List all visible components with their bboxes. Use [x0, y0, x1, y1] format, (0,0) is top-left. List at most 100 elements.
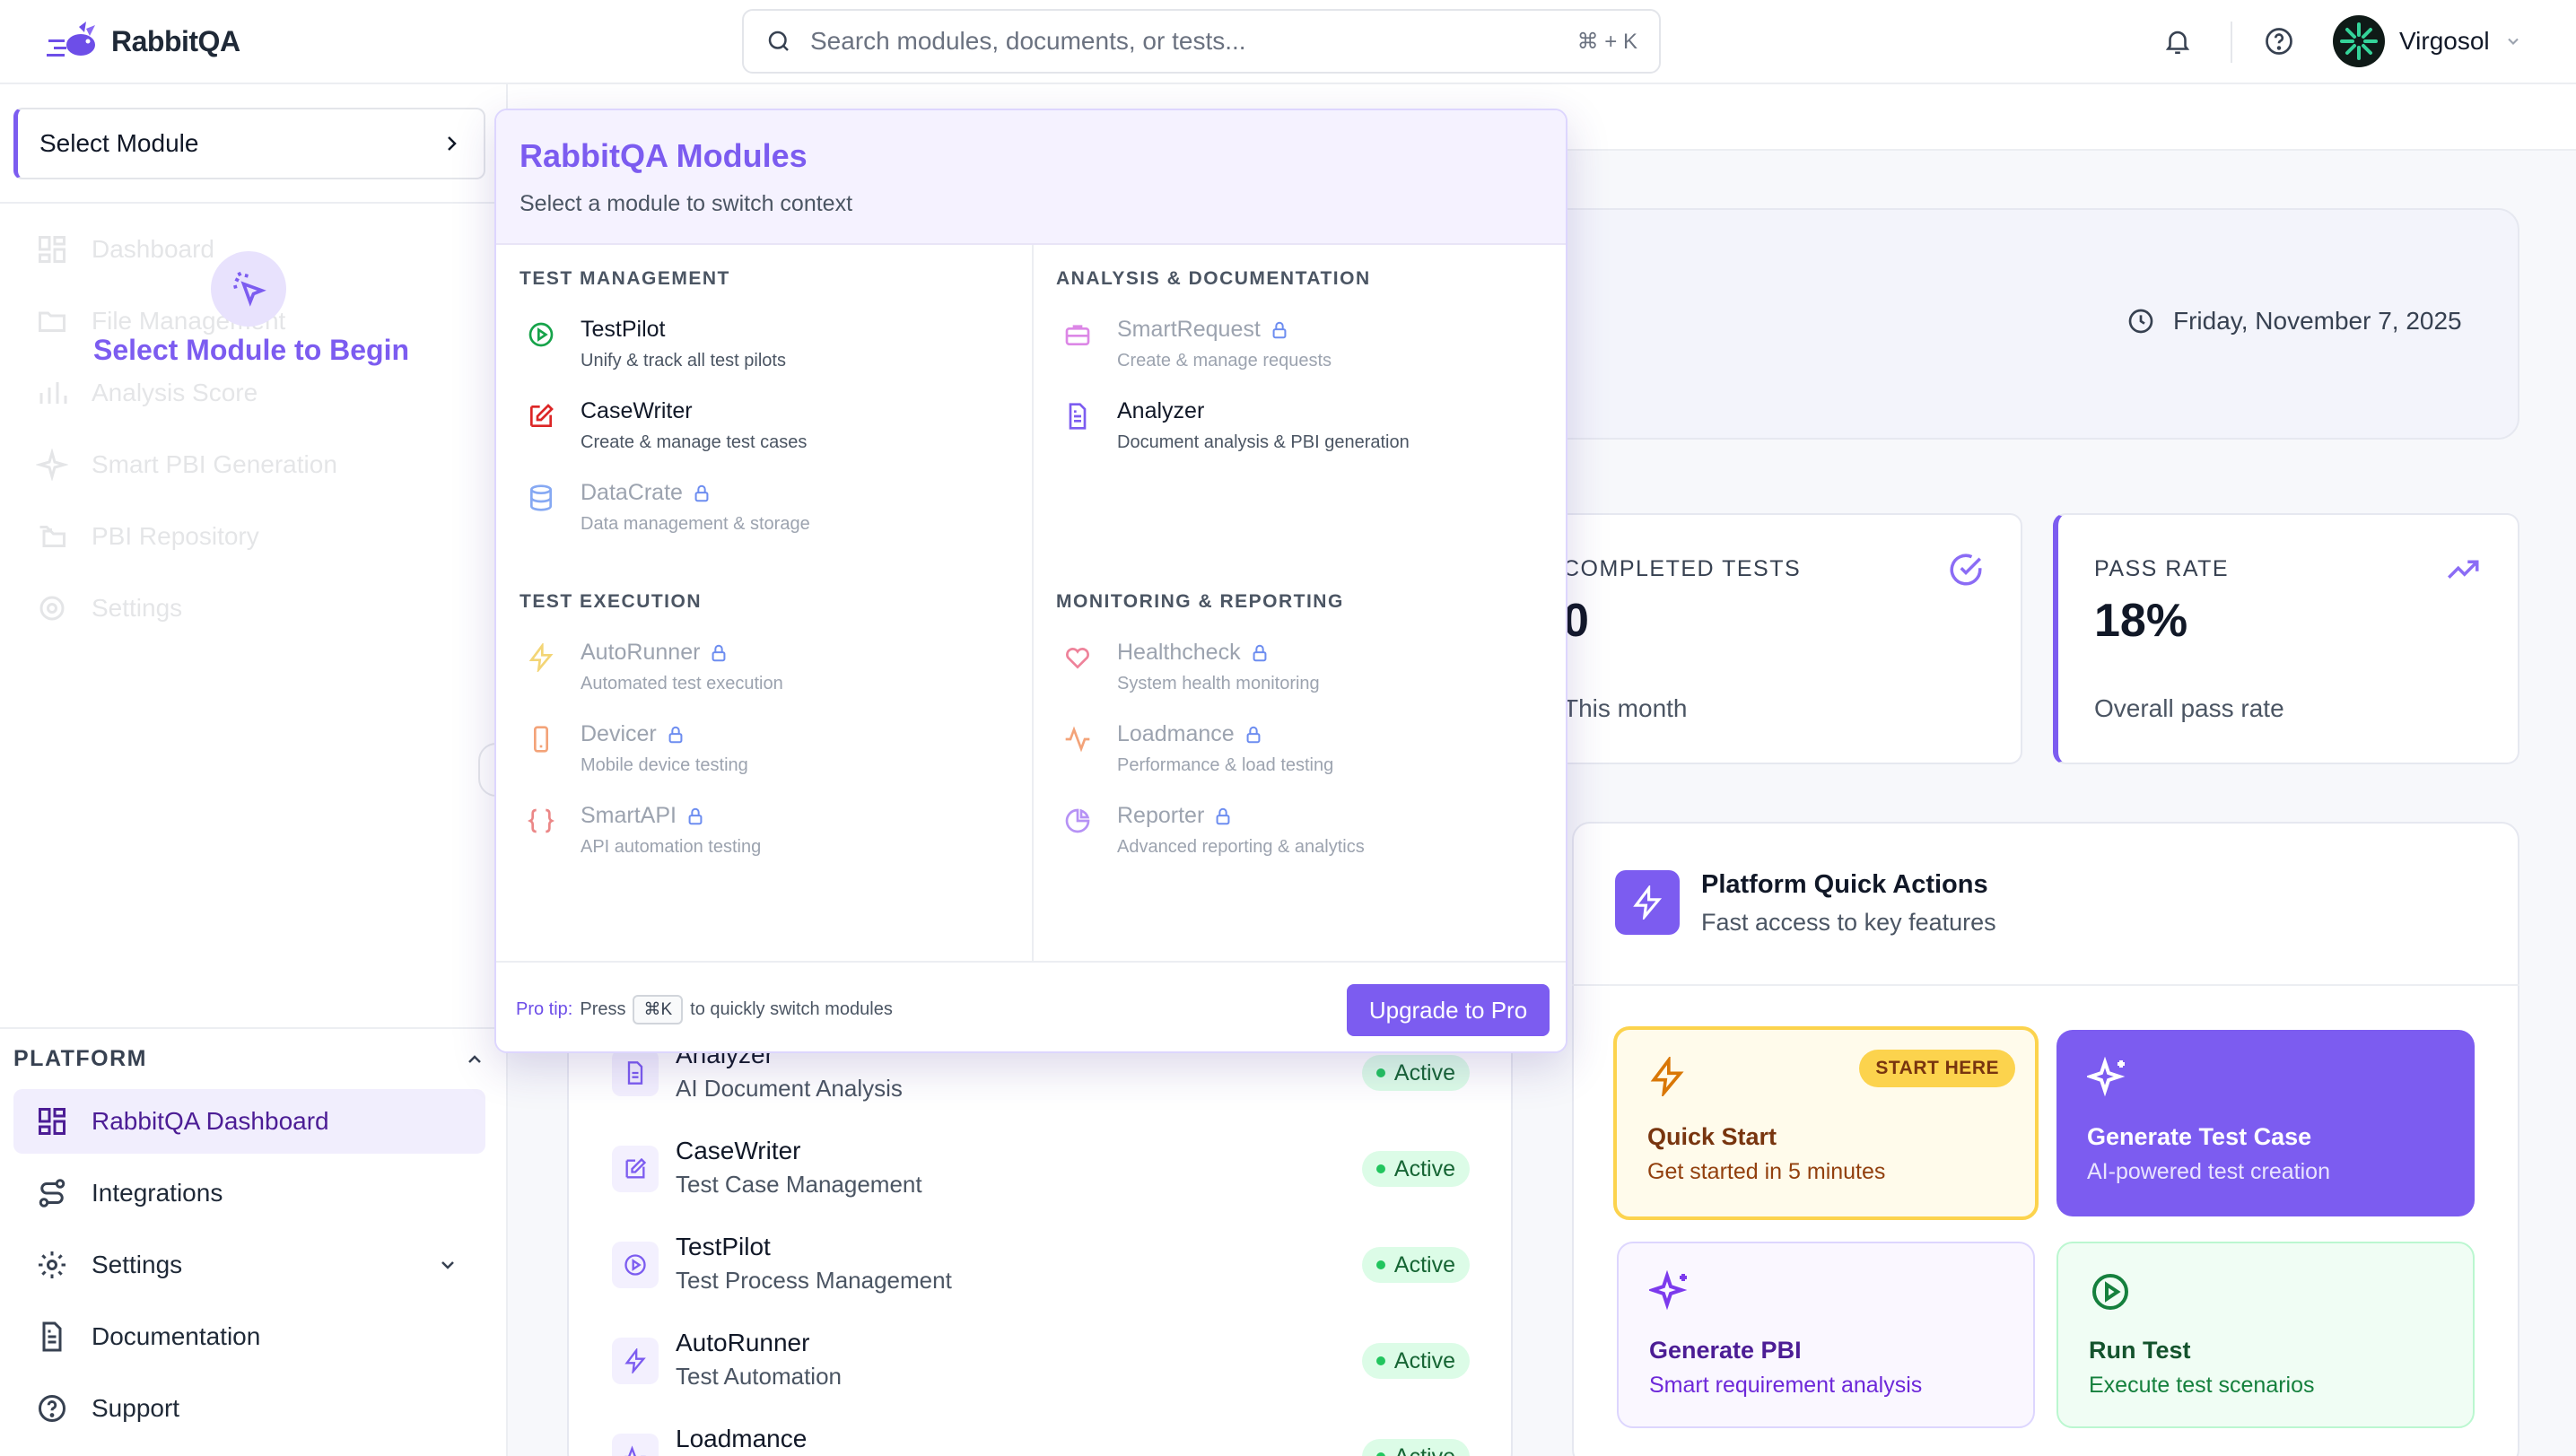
tile-sub: Get started in 5 minutes [1647, 1159, 1886, 1184]
document-icon [42, 1321, 62, 1352]
module-testpilot[interactable]: TestPilot Unify & track all test pilots [527, 317, 993, 381]
heart-icon [1066, 648, 1089, 669]
dashboard-grid-icon [39, 1108, 65, 1135]
status-badge: Active [1361, 1151, 1470, 1187]
date-text: Friday, November 7, 2025 [2173, 307, 2462, 335]
folder-icon [39, 311, 65, 332]
start-here-badge: START HERE [1859, 1050, 2015, 1087]
select-module-button[interactable]: Select Module [13, 108, 485, 179]
module-icon [612, 1338, 659, 1384]
pie-chart-icon [1065, 808, 1090, 833]
stat-sub: Overall pass rate [2094, 694, 2284, 722]
sparkles-icon [1649, 1270, 1688, 1311]
tile-generate-pbi[interactable]: Generate PBI Smart requirement analysis [1617, 1242, 2035, 1428]
bell-icon [2165, 31, 2190, 55]
brand-logo[interactable]: RabbitQA [45, 16, 240, 66]
module-reporter[interactable]: Reporter Advanced reporting & analytics [1063, 803, 1530, 867]
module-name: CaseWriter [676, 1137, 801, 1164]
module-desc: Advanced reporting & analytics [1117, 837, 1365, 857]
faded-item-smart-pbi: Smart PBI Generation [36, 449, 337, 481]
help-button[interactable] [2263, 23, 2295, 59]
dropdown-subtitle: Select a module to switch context [520, 191, 853, 216]
module-autorunner[interactable]: AutoRunner Automated test execution [527, 640, 993, 704]
module-datacrate[interactable]: DataCrate Data management & storage [527, 480, 993, 545]
module-desc: Automated test execution [581, 674, 783, 693]
sidebar: Select Module Dashboard File Management … [0, 84, 508, 1456]
module-analyzer[interactable]: Analyzer Document analysis & PBI generat… [1063, 398, 1530, 463]
lightning-icon [1633, 885, 1663, 920]
braces-icon [528, 808, 554, 833]
notifications-button[interactable] [2162, 23, 2193, 59]
module-name: SmartAPI [581, 803, 677, 828]
module-name: Devicer [581, 721, 657, 746]
play-circle-icon [624, 1254, 646, 1276]
edit-icon [625, 1157, 647, 1179]
module-name: Reporter [1117, 803, 1205, 828]
tile-run-test[interactable]: Run Test Execute test scenarios [2056, 1242, 2475, 1428]
user-name: Virgosol [2399, 27, 2490, 55]
document-icon [627, 1061, 643, 1085]
briefcase-icon [1065, 325, 1090, 345]
tip-rest: to quickly switch modules [690, 999, 893, 1019]
upgrade-button[interactable]: Upgrade to Pro [1347, 984, 1550, 1036]
module-desc: Document analysis & PBI generation [1117, 432, 1410, 452]
module-name: Loadmance [676, 1425, 808, 1452]
lock-icon [668, 726, 683, 743]
module-row-casewriter[interactable]: CaseWriter Test Case Management Active [612, 1137, 1470, 1208]
stat-pass-rate: PASS RATE 18% Overall pass rate [2053, 513, 2519, 764]
module-row-autorunner[interactable]: AutoRunner Test Automation Active [612, 1329, 1470, 1400]
help-circle-icon [2266, 28, 2292, 55]
tile-sub: Execute test scenarios [2089, 1373, 2315, 1398]
module-desc: Create & manage requests [1117, 351, 1332, 371]
nav-settings[interactable]: Settings [13, 1233, 485, 1297]
tile-generate-test-case[interactable]: Generate Test Case AI-powered test creat… [2056, 1030, 2475, 1216]
date-display: Friday, November 7, 2025 [2126, 307, 2462, 336]
module-name: Analyzer [1117, 398, 1205, 423]
module-name: Loadmance [1117, 721, 1235, 746]
module-smartrequest[interactable]: SmartRequest Create & manage requests [1063, 317, 1530, 381]
tip-lead: Pro tip: [516, 999, 573, 1019]
faded-item-settings: Settings [36, 592, 182, 624]
module-casewriter[interactable]: CaseWriter Create & manage test cases [527, 398, 993, 463]
document-icon [1069, 403, 1087, 430]
module-row-testpilot[interactable]: TestPilot Test Process Management Active [612, 1233, 1470, 1304]
check-circle-icon [1950, 554, 1982, 586]
search-icon [768, 31, 789, 51]
stat-sub: This month [1563, 694, 1688, 722]
lightning-icon [1650, 1057, 1684, 1096]
smartphone-icon [534, 726, 548, 753]
faded-item-analysis-score: Analysis Score [36, 377, 258, 409]
nav-rabbitqa-dashboard[interactable]: RabbitQA Dashboard [13, 1089, 485, 1154]
status-badge: Active [1361, 1247, 1470, 1283]
nav-documentation[interactable]: Documentation [13, 1304, 485, 1369]
module-devicer[interactable]: Devicer Mobile device testing [527, 721, 993, 786]
module-name: DataCrate [581, 480, 683, 505]
sparkles-icon [2087, 1057, 2126, 1097]
avatar [2333, 15, 2385, 67]
chevron-down-icon [2507, 38, 2519, 45]
stat-label: PASS RATE [2094, 556, 2230, 581]
module-loadmance[interactable]: Loadmance Performance & load testing [1063, 721, 1530, 786]
nav-integrations[interactable]: Integrations [13, 1161, 485, 1225]
module-name: TestPilot [581, 317, 666, 342]
bar-chart-icon [39, 382, 67, 404]
rabbit-logo-icon [47, 22, 95, 57]
module-smartapi[interactable]: SmartAPI API automation testing [527, 803, 993, 867]
module-desc: Test Case Management [676, 1171, 922, 1198]
platform-section-toggle[interactable]: PLATFORM [13, 1046, 485, 1072]
quick-actions-divider [1572, 984, 2519, 986]
search-input[interactable]: Search modules, documents, or tests... [810, 27, 1577, 56]
faded-item-dashboard: Dashboard [36, 233, 214, 266]
global-search[interactable]: Search modules, documents, or tests... ⌘… [742, 9, 1661, 74]
module-desc: AI Document Analysis [676, 1075, 903, 1102]
lock-icon [688, 807, 703, 824]
lock-icon [1246, 726, 1261, 743]
module-row-loadmance[interactable]: Loadmance Active [612, 1425, 1470, 1456]
top-header: RabbitQA Search modules, documents, or t… [0, 0, 2576, 84]
tile-quick-start[interactable]: START HERE Quick Start Get started in 5 … [1613, 1026, 2039, 1220]
grid-icon [39, 236, 65, 263]
tile-sub: Smart requirement analysis [1649, 1373, 1923, 1398]
nav-support[interactable]: Support [13, 1376, 485, 1441]
user-menu[interactable]: Virgosol [2333, 15, 2522, 67]
module-healthcheck[interactable]: Healthcheck System health monitoring [1063, 640, 1530, 704]
